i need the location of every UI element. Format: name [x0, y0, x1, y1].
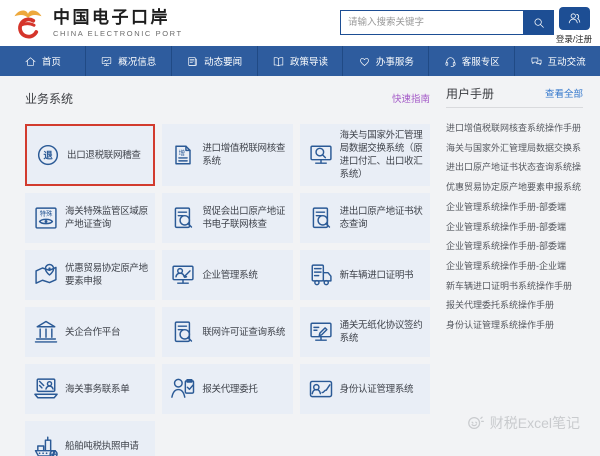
business-section-header: 业务系统 快速指南 [25, 88, 430, 108]
nav-item-policy[interactable]: 政策导读 [258, 46, 344, 76]
nav-item-support[interactable]: 客服专区 [429, 46, 515, 76]
quick-guide-link[interactable]: 快速指南 [392, 91, 430, 105]
chat-bubbles-icon [530, 55, 543, 68]
user-manual-title: 用户手册 [446, 85, 494, 102]
monitor-search-icon [307, 141, 335, 169]
nav-item-home[interactable]: 首页 [0, 46, 86, 76]
vat-document-icon [169, 141, 197, 169]
home-icon [24, 55, 37, 68]
nav-item-services[interactable]: 办事服务 [343, 46, 429, 76]
site-logo: 中国电子口岸 CHINA ELECTRONIC PORT [10, 5, 183, 41]
heart-icon [358, 55, 371, 68]
top-header: 中国电子口岸 CHINA ELECTRONIC PORT 登录/注册 [0, 0, 600, 46]
manual-link[interactable]: 进口增值税联网核查系统操作手册 [446, 119, 583, 139]
user-icon [567, 11, 582, 26]
search-button[interactable] [523, 10, 554, 35]
nav-label: 首页 [42, 54, 61, 68]
user-area: 登录/注册 [555, 7, 593, 45]
logo-text: 中国电子口岸 CHINA ELECTRONIC PORT [53, 8, 183, 38]
truck-list-icon [307, 261, 335, 289]
site-title: 中国电子口岸 [53, 8, 183, 27]
card-ccpit-origin-cert-check[interactable]: 贸促会出口原产地证书电子联网核查 [162, 193, 292, 243]
refund-circle-icon [34, 141, 62, 169]
monitor-signature-icon [307, 318, 335, 346]
card-special-zone-origin-cert-query[interactable]: 海关特殊监管区域原产地证查询 [25, 193, 155, 243]
manual-link[interactable]: 企业管理系统操作手册-部委端 [446, 237, 583, 257]
person-clipboard-icon [169, 375, 197, 403]
manual-link[interactable]: 新车辆进口证明书系统操作手册 [446, 277, 583, 297]
card-export-tax-refund[interactable]: 出口退税联网稽查 [25, 124, 155, 186]
watermark-text: 财税Excel笔记 [490, 413, 580, 433]
news-icon [186, 55, 199, 68]
search-box [340, 10, 554, 35]
document-search-icon [169, 318, 197, 346]
special-eye-icon [32, 204, 60, 232]
manual-link[interactable]: 优惠贸易协定原产地要素申报系统 [446, 178, 583, 198]
user-manual-section: 用户手册 查看全部 进口增值税联网核查系统操作手册 海关与国家外汇管理局数据交换… [446, 88, 583, 456]
nav-item-interaction[interactable]: 互动交流 [515, 46, 600, 76]
overview-board-icon [100, 55, 113, 68]
card-customs-safe-data-exchange[interactable]: 海关与国家外汇管理局数据交换系统（原进口付汇、出口收汇系统） [300, 124, 430, 186]
search-icon [532, 16, 546, 30]
open-book-icon [272, 55, 285, 68]
laptop-person-icon [32, 375, 60, 403]
manual-link[interactable]: 报关代理委托系统操作手册 [446, 296, 583, 316]
document-search-icon [169, 204, 197, 232]
card-enterprise-management[interactable]: 企业管理系统 [162, 250, 292, 300]
headset-icon [444, 55, 457, 68]
main-content: 业务系统 快速指南 出口退税联网稽查 进口增值税联网核查系统 海关与国家外汇管理… [0, 76, 600, 456]
login-register-link[interactable]: 登录/注册 [555, 33, 593, 45]
user-account-button[interactable] [559, 7, 590, 30]
card-ship-tonnage-tax[interactable]: 船舶吨税执照申请 [25, 421, 155, 456]
site-subtitle: CHINA ELECTRONIC PORT [53, 29, 183, 38]
map-pin-icon [32, 261, 60, 289]
card-paperless-agreement-signing[interactable]: 通关无纸化协议签约系统 [300, 307, 430, 357]
manual-link[interactable]: 海关与国家外汇管理局数据交换系 [446, 139, 583, 159]
ship-icon [32, 432, 60, 456]
search-input[interactable] [340, 10, 523, 35]
nav-label: 概况信息 [118, 54, 156, 68]
watermark: 财税Excel笔记 [465, 413, 580, 433]
card-import-vat-check[interactable]: 进口增值税联网核查系统 [162, 124, 292, 186]
card-new-vehicle-import-cert[interactable]: 新车辆进口证明书 [300, 250, 430, 300]
business-card-grid: 出口退税联网稽查 进口增值税联网核查系统 海关与国家外汇管理局数据交换系统（原进… [25, 124, 430, 456]
business-systems-section: 业务系统 快速指南 出口退税联网稽查 进口增值税联网核查系统 海关与国家外汇管理… [25, 88, 430, 456]
card-preferential-trade-origin-declare[interactable]: 优惠贸易协定原产地要素申报 [25, 250, 155, 300]
manual-link[interactable]: 企业管理系统操作手册-企业端 [446, 257, 583, 277]
nav-label: 互动交流 [548, 54, 586, 68]
nav-item-news[interactable]: 动态要闻 [172, 46, 258, 76]
nav-label: 办事服务 [376, 54, 414, 68]
smiley-chat-icon [465, 413, 485, 433]
nav-label: 政策导读 [290, 54, 328, 68]
user-manual-header: 用户手册 查看全部 [446, 88, 583, 108]
card-license-query-system[interactable]: 联网许可证查询系统 [162, 307, 292, 357]
view-all-link[interactable]: 查看全部 [545, 86, 583, 100]
nav-label: 客服专区 [462, 54, 500, 68]
card-identity-auth-management[interactable]: 身份认证管理系统 [300, 364, 430, 414]
card-customs-affairs-contact[interactable]: 海关事务联系单 [25, 364, 155, 414]
manual-link[interactable]: 企业管理系统操作手册-部委端 [446, 218, 583, 238]
user-manual-list: 进口增值税联网核查系统操作手册 海关与国家外汇管理局数据交换系 进出口原产地证书… [446, 108, 583, 336]
manual-link[interactable]: 企业管理系统操作手册-部委端 [446, 198, 583, 218]
business-systems-title: 业务系统 [25, 90, 73, 107]
eport-emblem-icon [10, 5, 46, 41]
card-customs-enterprise-platform[interactable]: 关企合作平台 [25, 307, 155, 357]
card-customs-declaration-agency[interactable]: 报关代理委托 [162, 364, 292, 414]
monitor-person-icon [169, 261, 197, 289]
nav-item-overview[interactable]: 概况信息 [86, 46, 172, 76]
document-search-icon [307, 204, 335, 232]
nav-label: 动态要闻 [204, 54, 242, 68]
id-card-icon [307, 375, 335, 403]
manual-link[interactable]: 身份认证管理系统操作手册 [446, 316, 583, 336]
card-origin-cert-status-query[interactable]: 进出口原产地证书状态查询 [300, 193, 430, 243]
building-icon [32, 318, 60, 346]
manual-link[interactable]: 进出口原产地证书状态查询系统操 [446, 158, 583, 178]
main-nav: 首页 概况信息 动态要闻 政策导读 办事服务 客服专区 互动交流 [0, 46, 600, 76]
